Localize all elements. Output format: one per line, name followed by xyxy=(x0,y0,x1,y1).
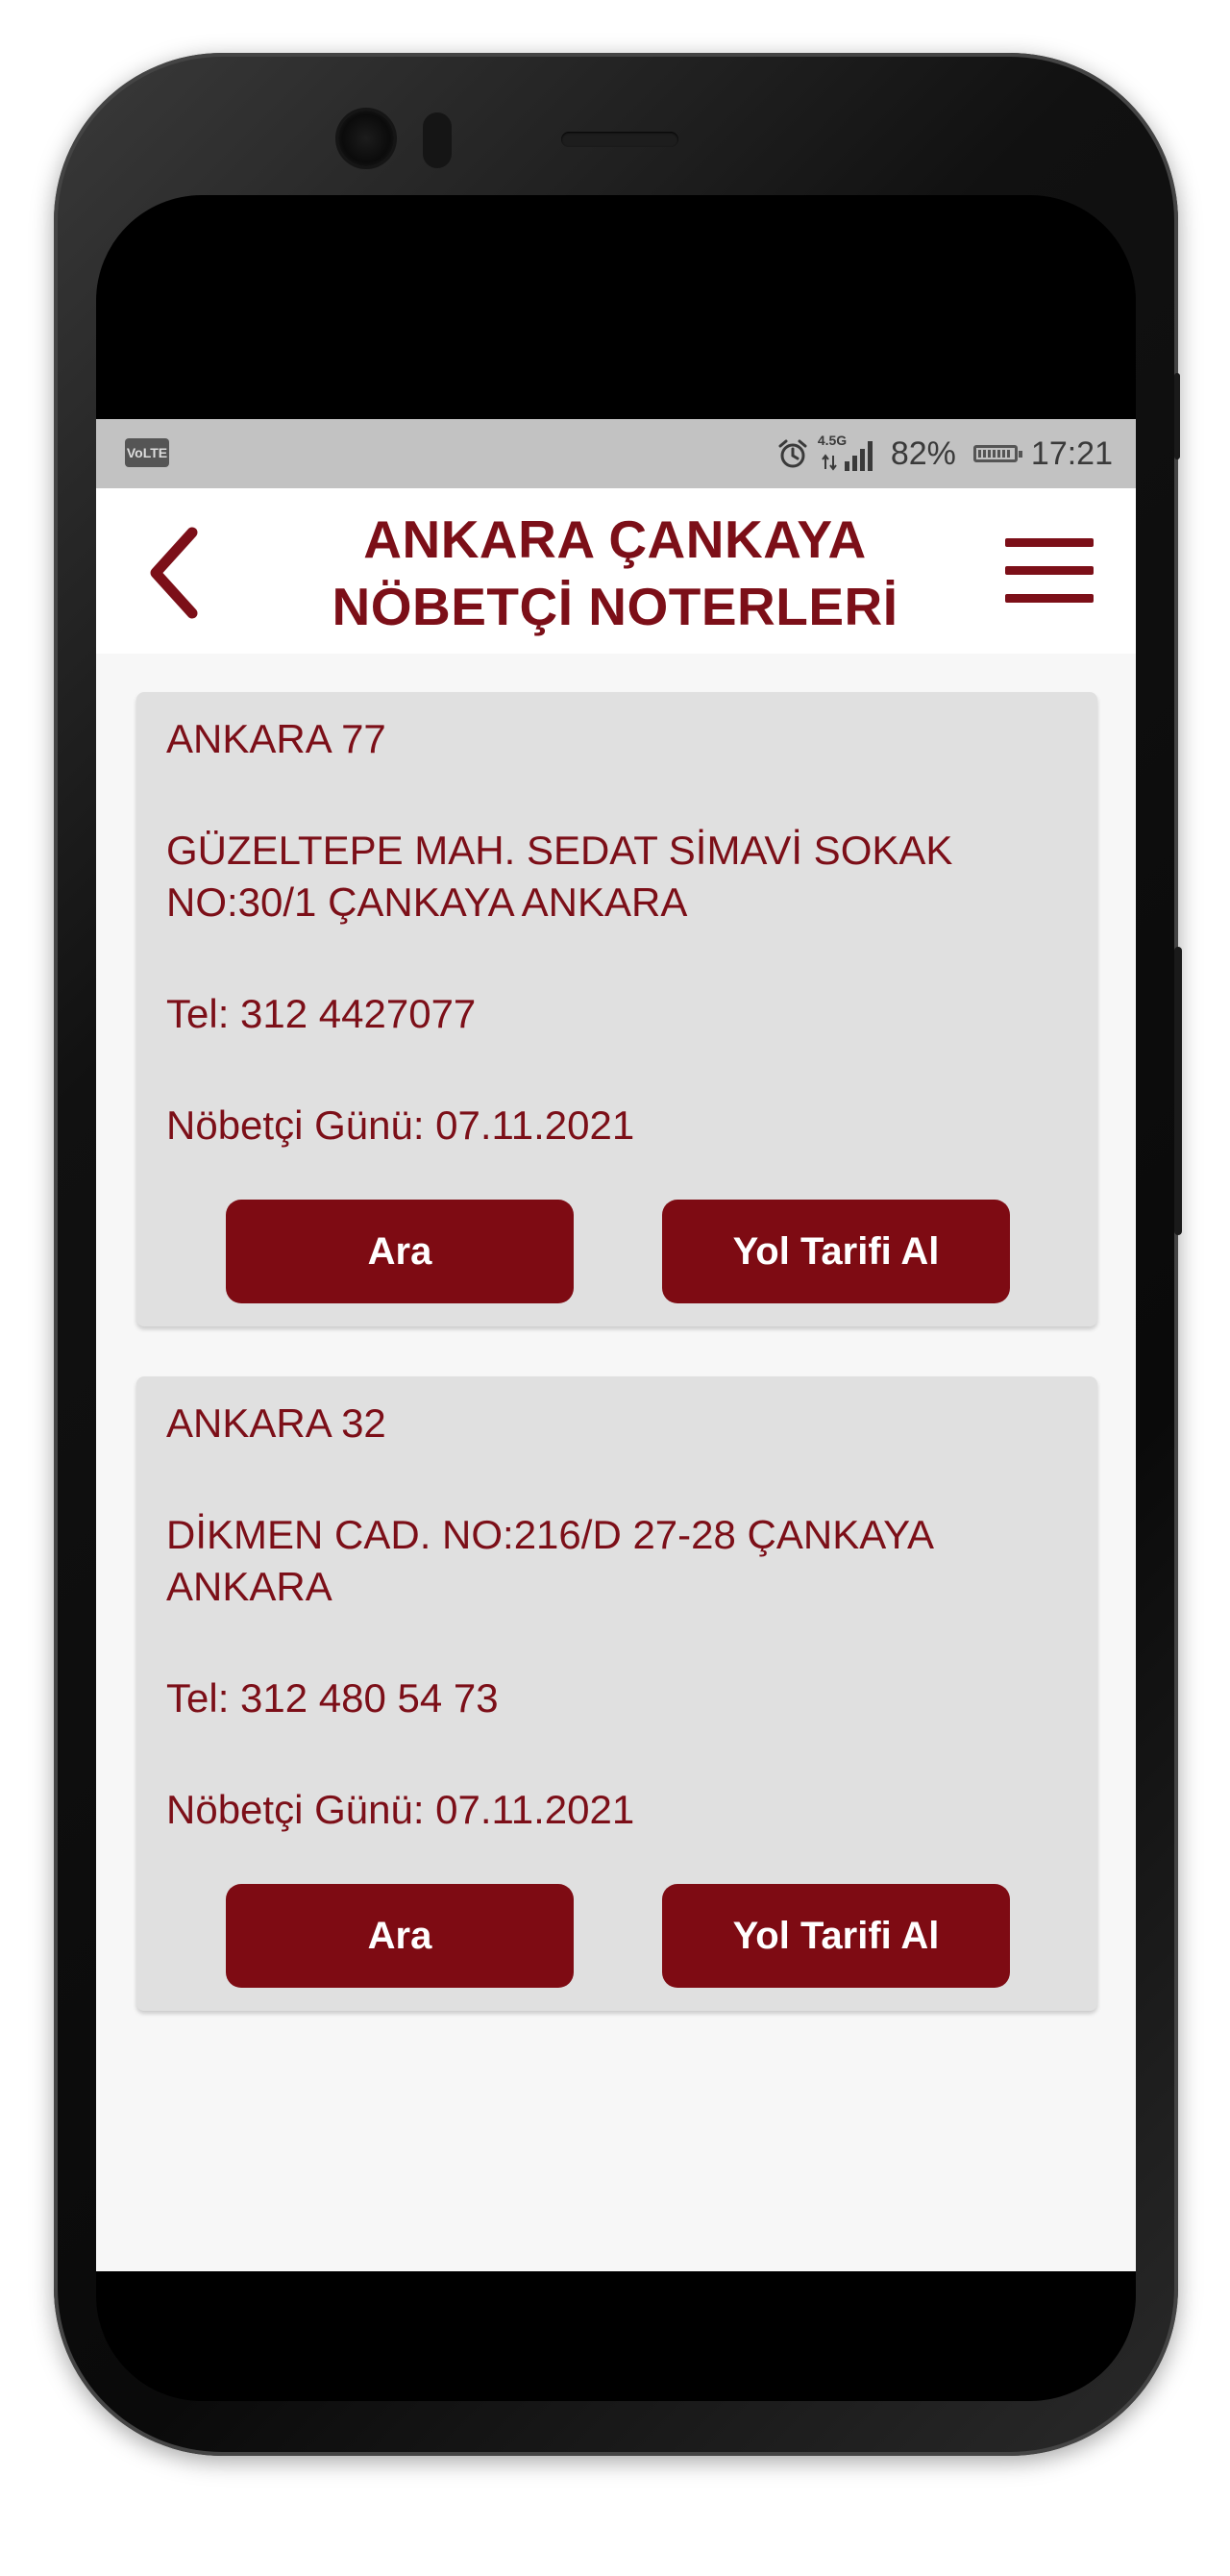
notary-list: ANKARA 77 GÜZELTEPE MAH. SEDAT SİMAVİ SO… xyxy=(96,654,1136,2271)
hamburger-menu-button[interactable] xyxy=(1005,538,1094,604)
notary-duty-day: Nöbetçi Günü: 07.11.2021 xyxy=(166,1102,635,1148)
chevron-left-icon xyxy=(150,527,198,619)
signal-icon: 4.5G xyxy=(818,433,881,471)
earpiece-speaker xyxy=(561,132,678,147)
proximity-sensor xyxy=(423,112,452,168)
directions-button[interactable]: Yol Tarifi Al xyxy=(662,1884,1010,1988)
clock: 17:21 xyxy=(1030,434,1113,472)
battery-icon xyxy=(972,445,1022,462)
front-camera xyxy=(338,111,394,166)
app-header: ANKARA ÇANKAYA NÖBETÇİ NOTERLERİ xyxy=(96,488,1136,654)
call-button[interactable]: Ara xyxy=(226,1884,574,1988)
notary-phone: Tel: 312 4427077 xyxy=(166,991,477,1036)
alarm-icon xyxy=(778,439,807,468)
volume-button xyxy=(1174,373,1180,459)
phone-display: VoLTE 4.5G 82% 17:21 ANKARA ÇANKAYA NÖBE… xyxy=(96,195,1136,2401)
notary-address-line1: DİKMEN CAD. NO:216/D 27-28 ÇANKAYA xyxy=(166,1512,935,1557)
call-button[interactable]: Ara xyxy=(226,1200,574,1303)
back-button[interactable] xyxy=(142,525,204,621)
notary-card: ANKARA 32 DİKMEN CAD. NO:216/D 27-28 ÇAN… xyxy=(136,1376,1097,2011)
battery-percent: 82% xyxy=(890,434,956,472)
page-title-line2: NÖBETÇİ NOTERLERİ xyxy=(332,577,898,636)
app-screen: VoLTE 4.5G 82% 17:21 ANKARA ÇANKAYA NÖBE… xyxy=(96,419,1136,2271)
notary-phone: Tel: 312 480 54 73 xyxy=(166,1675,499,1721)
notary-address-line1: GÜZELTEPE MAH. SEDAT SİMAVİ SOKAK xyxy=(166,828,953,873)
phone-frame: VoLTE 4.5G 82% 17:21 ANKARA ÇANKAYA NÖBE… xyxy=(54,53,1182,2456)
volte-badge: VoLTE xyxy=(125,438,169,467)
notary-card: ANKARA 77 GÜZELTEPE MAH. SEDAT SİMAVİ SO… xyxy=(136,692,1097,1326)
notary-duty-day: Nöbetçi Günü: 07.11.2021 xyxy=(166,1787,635,1832)
status-right: 4.5G 82% 17:21 xyxy=(777,433,1113,475)
directions-button[interactable]: Yol Tarifi Al xyxy=(662,1200,1010,1303)
notary-name: ANKARA 32 xyxy=(166,1400,386,1446)
notary-name: ANKARA 77 xyxy=(166,716,386,761)
status-bar: VoLTE 4.5G 82% 17:21 xyxy=(96,419,1136,488)
battery-level xyxy=(977,450,1010,458)
page-title: ANKARA ÇANKAYA NÖBETÇİ NOTERLERİ xyxy=(269,506,961,640)
power-button xyxy=(1174,947,1182,1235)
notary-address-line2: ANKARA xyxy=(166,1564,332,1609)
notary-address-line2: NO:30/1 ÇANKAYA ANKARA xyxy=(166,879,688,925)
page-title-line1: ANKARA ÇANKAYA xyxy=(363,509,867,569)
stage: VoLTE 4.5G 82% 17:21 ANKARA ÇANKAYA NÖBE… xyxy=(0,0,1230,2576)
